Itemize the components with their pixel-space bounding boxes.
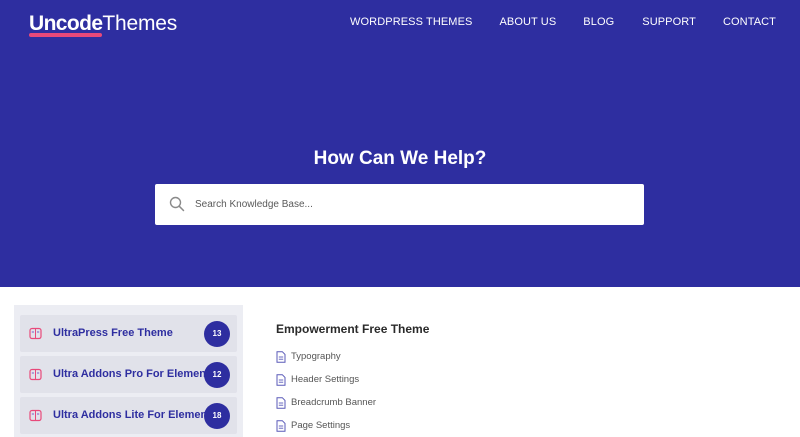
doc-link-label: Typography [291, 351, 341, 362]
sidebar-item-label: Ultra Addons Lite For Elementor [53, 409, 222, 421]
main-nav: WORDPRESS THEMES ABOUT US BLOG SUPPORT C… [350, 16, 776, 28]
section-title: Empowerment Free Theme [276, 322, 430, 336]
count-badge: 12 [204, 362, 230, 388]
nav-link-wordpress-themes[interactable]: WORDPRESS THEMES [350, 16, 472, 28]
nav-link-support[interactable]: SUPPORT [642, 16, 696, 28]
logo-underline [29, 33, 102, 37]
sidebar-item-label: UltraPress Free Theme [53, 327, 173, 339]
sidebar-item-ultra-addons-lite[interactable]: Ultra Addons Lite For Elementor 18 [20, 397, 237, 434]
hero-banner: UncodeThemes WORDPRESS THEMES ABOUT US B… [0, 0, 800, 287]
book-icon [29, 327, 42, 340]
document-icon [276, 374, 286, 386]
nav-link-about-us[interactable]: ABOUT US [499, 16, 556, 28]
search-icon [169, 196, 185, 212]
logo-text-light: Themes [102, 12, 178, 35]
sidebar-item-ultrapress[interactable]: UltraPress Free Theme 13 [20, 315, 237, 352]
search-input[interactable] [195, 184, 625, 225]
nav-link-blog[interactable]: BLOG [583, 16, 614, 28]
doc-link-label: Page Settings [291, 420, 351, 431]
sidebar-item-label: Ultra Addons Pro For Elementor [53, 368, 221, 380]
doc-link-label: Header Settings [291, 374, 360, 385]
page-title: How Can We Help? [313, 148, 487, 169]
category-sidebar: UltraPress Free Theme 13 Ultra Addons Pr… [14, 305, 243, 437]
document-icon [276, 420, 286, 432]
count-badge: 18 [204, 403, 230, 429]
sidebar-item-ultra-addons-pro[interactable]: Ultra Addons Pro For Elementor 12 [20, 356, 237, 393]
search-box[interactable] [155, 184, 644, 225]
count-badge: 13 [204, 321, 230, 347]
book-icon [29, 368, 42, 381]
book-icon [29, 409, 42, 422]
nav-link-contact[interactable]: CONTACT [723, 16, 776, 28]
document-icon [276, 397, 286, 409]
site-logo[interactable]: UncodeThemes [29, 10, 177, 38]
document-icon [276, 351, 286, 363]
logo-text-bold: Uncode [29, 12, 103, 35]
doc-link-label: Breadcrumb Banner [291, 397, 377, 408]
